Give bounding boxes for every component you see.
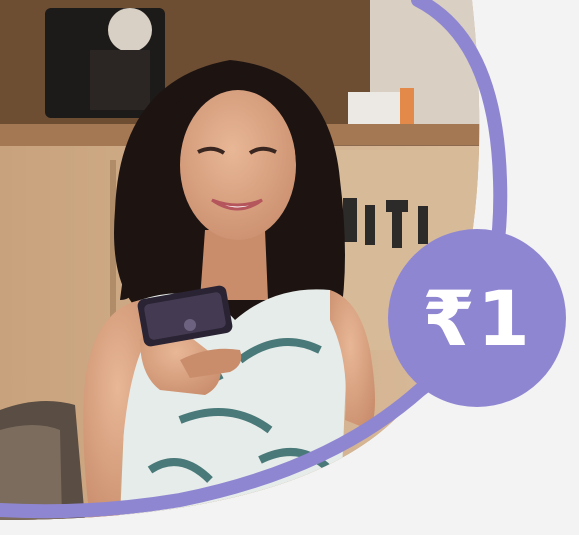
price-badge: ₹1 [388, 229, 566, 407]
price-label: ₹1 [422, 273, 532, 363]
promo-card: ₹1 [0, 0, 579, 535]
